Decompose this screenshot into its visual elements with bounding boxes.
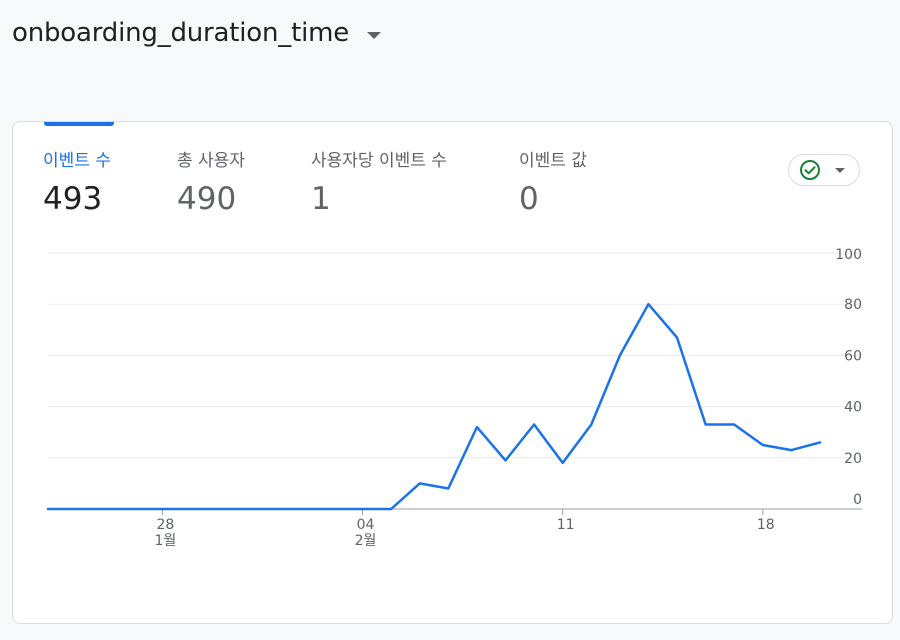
y-axis-ticks: 0 20 40 60 80 100 [835,247,862,508]
y-tick-label: 40 [844,400,862,416]
y-tick-label: 20 [844,451,862,467]
x-tick-day: 11 [557,517,575,533]
chart-gridlines [48,252,862,510]
y-tick-label: 100 [835,247,862,263]
y-tick-label: 60 [844,348,862,364]
y-tick-label: 0 [853,492,862,508]
x-tick-month: 1월 [154,533,176,549]
x-tick-day: 28 [156,517,174,533]
line-chart: 0 20 40 60 80 100 281월 042월 11 18 [46,247,862,549]
x-tick-day: 18 [757,517,775,533]
y-tick-label: 80 [844,297,862,313]
x-tick-month: 2월 [355,533,377,549]
x-tick-day: 04 [357,517,375,533]
x-axis-ticks: 281월 042월 11 18 [154,509,775,549]
